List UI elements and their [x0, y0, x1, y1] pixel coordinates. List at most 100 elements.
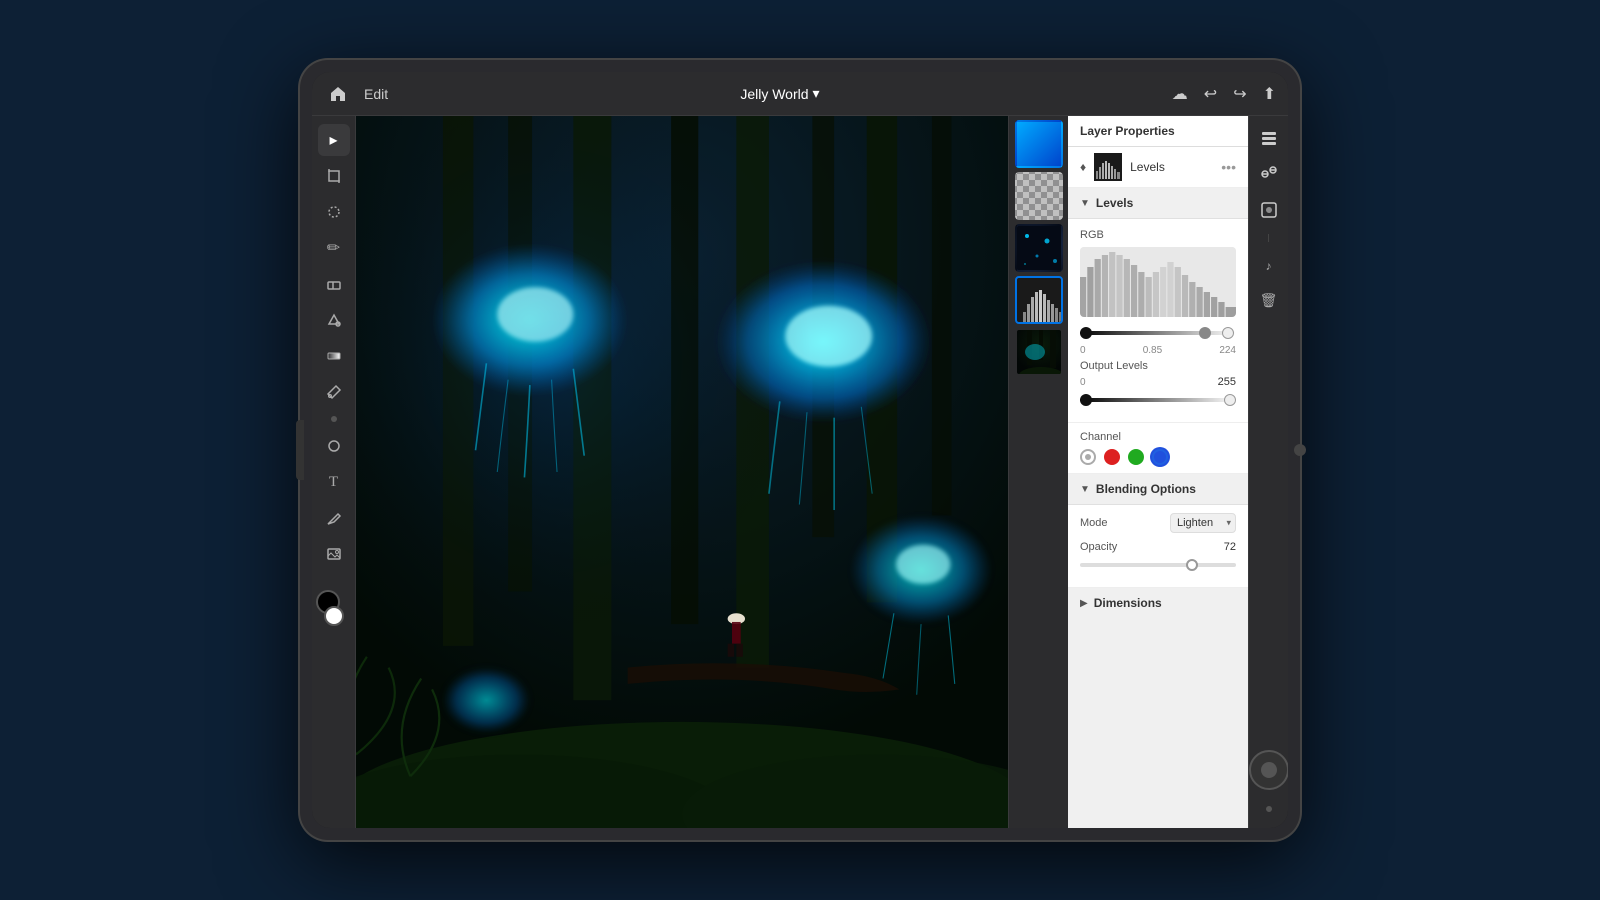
layer-row: ♦ Level — [1068, 147, 1248, 188]
channel-composite[interactable] — [1080, 449, 1096, 465]
black-input-slider[interactable] — [1080, 327, 1092, 339]
lasso-tool[interactable] — [318, 196, 350, 228]
canvas-svg — [356, 116, 1008, 828]
blending-section-header[interactable]: ▼ Blending Options — [1068, 474, 1248, 505]
effects-panel-icon[interactable]: ♪ — [1255, 252, 1283, 280]
layer-thumbnail-1[interactable] — [1015, 120, 1063, 168]
select-tool[interactable]: ▸ — [318, 124, 350, 156]
properties-title: Layer Properties — [1080, 124, 1175, 138]
properties-panel-header: Layer Properties — [1068, 116, 1248, 147]
output-white-slider[interactable] — [1224, 394, 1236, 406]
layer-name: Levels — [1130, 160, 1213, 174]
cloud-icon[interactable]: ☁ — [1172, 84, 1188, 104]
home-circle-button[interactable] — [1249, 750, 1289, 790]
image-tool[interactable] — [318, 538, 350, 570]
layer-thumbnail-4[interactable] — [1015, 276, 1063, 324]
opacity-slider-thumb[interactable] — [1186, 559, 1198, 571]
share-icon[interactable]: ⬆ — [1263, 84, 1276, 104]
brush-tool[interactable]: ✏ — [318, 232, 350, 264]
background-color[interactable] — [324, 606, 344, 626]
home-icon[interactable] — [324, 80, 352, 108]
masks-panel-icon[interactable] — [1255, 196, 1283, 224]
main-content: ▸ ✏ — [312, 116, 1288, 828]
layer-type-icon: ♦ — [1080, 160, 1086, 174]
color-swatches — [316, 582, 352, 618]
input-slider-labels: 0 0.85 224 — [1080, 345, 1236, 356]
opacity-value: 72 — [1224, 541, 1236, 553]
white-input-slider[interactable] — [1222, 327, 1234, 339]
output-max: 255 — [1218, 376, 1236, 388]
output-black-slider[interactable] — [1080, 394, 1092, 406]
shape-tool[interactable] — [318, 430, 350, 462]
layer-thumbnail-3[interactable] — [1015, 224, 1063, 272]
mid-input-slider[interactable] — [1199, 327, 1211, 339]
channel-red[interactable] — [1104, 449, 1120, 465]
layer-thumbnail-5[interactable] — [1015, 328, 1063, 376]
channel-dots — [1080, 449, 1236, 465]
document-name: Jelly World — [740, 86, 808, 102]
blending-arrow: ▼ — [1080, 484, 1090, 495]
output-value-row: 0 255 — [1080, 376, 1236, 388]
layers-panel-icon[interactable] — [1255, 124, 1283, 152]
opacity-section: Opacity 72 — [1080, 541, 1236, 573]
undo-icon[interactable]: ↩ — [1204, 84, 1217, 104]
layer-thumbnail-2[interactable] — [1015, 172, 1063, 220]
title-chevron: ▾ — [813, 85, 820, 102]
histogram — [1080, 247, 1236, 317]
pen-tool[interactable] — [318, 502, 350, 534]
gradient-tool[interactable] — [318, 340, 350, 372]
dimensions-title: Dimensions — [1094, 596, 1162, 610]
top-bar-actions: ☁ ↩ ↪ ⬆ — [1172, 84, 1276, 104]
tablet-left-button — [296, 420, 304, 480]
levels-arrow: ▼ — [1080, 198, 1090, 209]
right-toolbar: ♪ 🗑 — [1248, 116, 1288, 828]
redo-icon[interactable]: ↪ — [1233, 84, 1246, 104]
text-tool[interactable]: T — [318, 466, 350, 498]
mode-label: Mode — [1080, 517, 1108, 529]
layer-thumbnail — [1094, 153, 1122, 181]
output-slider-row — [1080, 392, 1236, 408]
edit-button[interactable]: Edit — [364, 86, 388, 102]
crop-tool[interactable] — [318, 160, 350, 192]
fill-tool[interactable] — [318, 304, 350, 336]
mode-select-wrapper: Lighten Normal Multiply Screen Overlay ▾ — [1170, 513, 1236, 533]
right-toolbar-separator — [1268, 234, 1269, 242]
properties-spacer — [1068, 618, 1248, 828]
input-mid-label: 0.85 — [1143, 345, 1162, 356]
app-screen: Edit Jelly World ▾ ☁ ↩ ↪ ⬆ ▸ — [312, 72, 1288, 828]
opacity-label-row: Opacity 72 — [1080, 541, 1236, 553]
input-max-label: 224 — [1219, 345, 1236, 356]
output-levels-label: Output Levels — [1080, 360, 1236, 372]
document-title[interactable]: Jelly World ▾ — [740, 85, 819, 102]
opacity-label: Opacity — [1080, 541, 1117, 553]
opacity-slider-row — [1080, 557, 1236, 573]
tablet-frame: Edit Jelly World ▾ ☁ ↩ ↪ ⬆ ▸ — [300, 60, 1300, 840]
delete-icon[interactable]: 🗑 — [1260, 292, 1278, 309]
levels-section-header[interactable]: ▼ Levels — [1068, 188, 1248, 219]
eraser-tool[interactable] — [318, 268, 350, 300]
input-min-label: 0 — [1080, 345, 1086, 356]
rgb-label: RGB — [1080, 229, 1236, 241]
left-toolbar: ▸ ✏ — [312, 116, 356, 828]
channel-label: Channel — [1080, 431, 1236, 443]
home-circle-inner — [1261, 762, 1277, 778]
channel-green[interactable] — [1128, 449, 1144, 465]
canvas-area[interactable] — [356, 116, 1008, 828]
tool-separator — [331, 416, 337, 422]
layers-panel — [1008, 116, 1068, 828]
mode-select[interactable]: Lighten Normal Multiply Screen Overlay — [1170, 513, 1236, 533]
nav-dot — [1266, 806, 1272, 812]
levels-content: RGB — [1068, 219, 1248, 423]
tablet-home-button[interactable] — [1294, 444, 1306, 456]
dimensions-header[interactable]: ▶ Dimensions — [1068, 588, 1248, 618]
adjustments-panel-icon[interactable] — [1255, 160, 1283, 188]
blending-section: ▼ Blending Options Mode Lighten Normal M — [1068, 474, 1248, 588]
channel-section: Channel — [1068, 423, 1248, 474]
top-bar: Edit Jelly World ▾ ☁ ↩ ↪ ⬆ — [312, 72, 1288, 116]
properties-panel: Layer Properties ♦ — [1068, 116, 1248, 828]
channel-blue[interactable] — [1152, 449, 1168, 465]
layer-more-button[interactable]: ••• — [1221, 159, 1236, 175]
eyedropper-tool[interactable] — [318, 376, 350, 408]
mode-row: Mode Lighten Normal Multiply Screen Over… — [1080, 513, 1236, 533]
blending-title: Blending Options — [1096, 482, 1196, 496]
